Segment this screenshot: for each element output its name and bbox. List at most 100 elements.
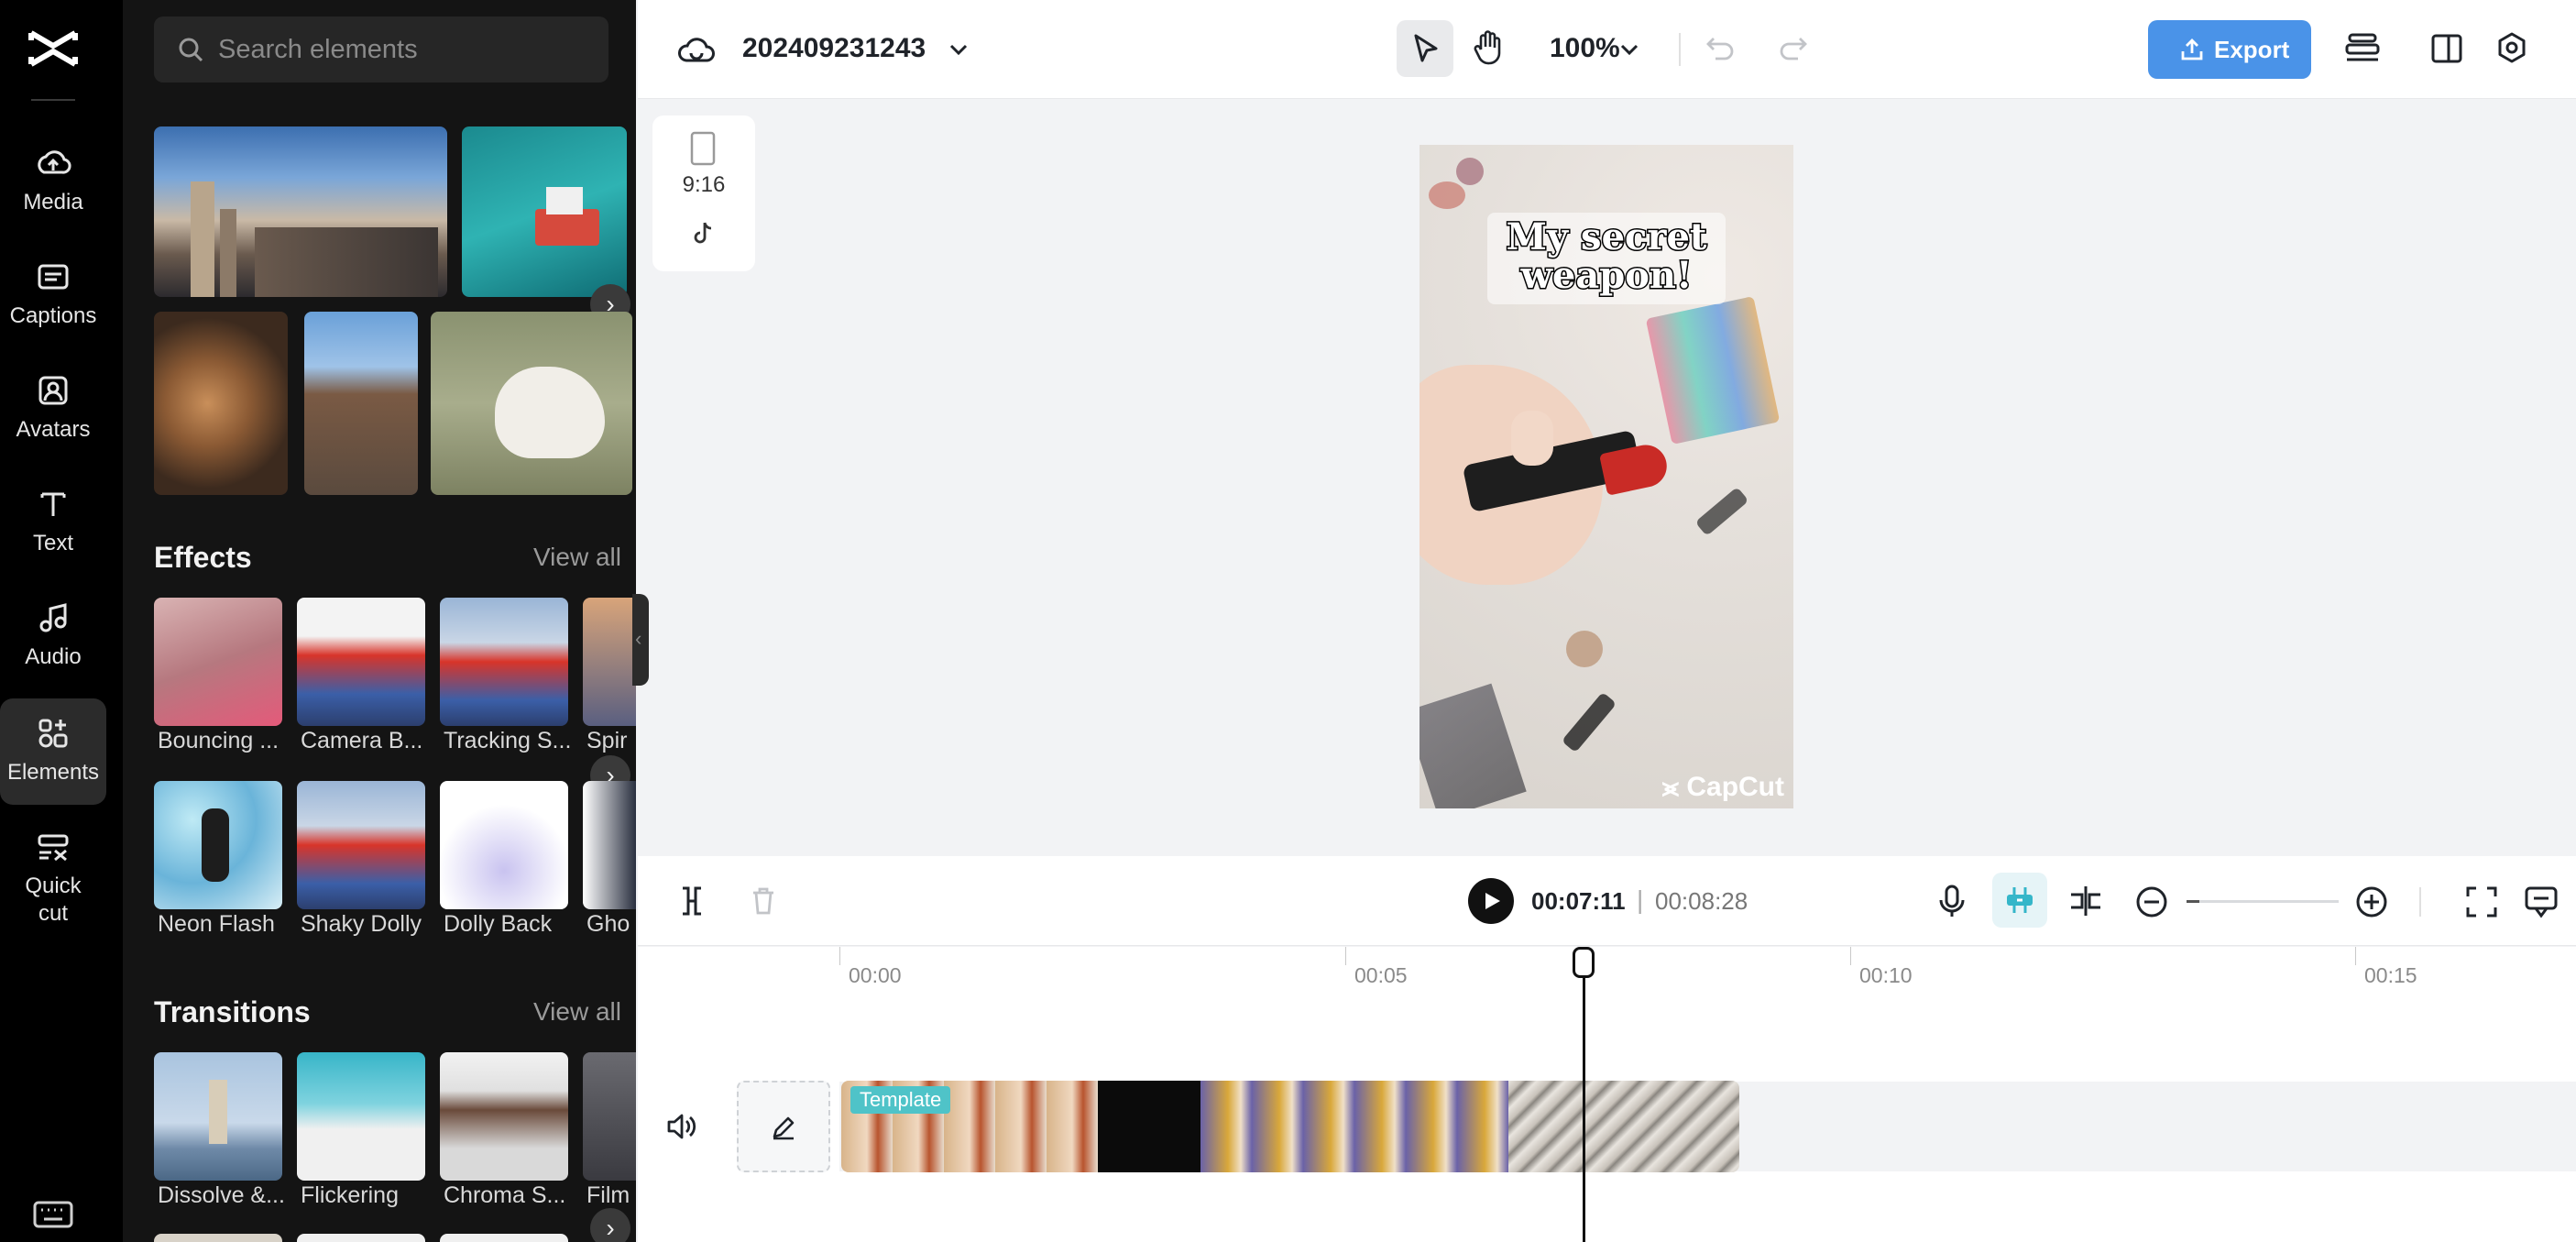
- auto-snap-toggle[interactable]: [1992, 873, 2047, 928]
- effect-thumb-dolly-back[interactable]: [440, 781, 568, 909]
- toolbar-divider: [2419, 887, 2421, 917]
- transition-label-dissolve: Dissolve &...: [158, 1182, 285, 1208]
- transition-label-flickering: Flickering: [301, 1182, 399, 1208]
- transition-thumb-film[interactable]: [583, 1052, 636, 1181]
- clip-segment-black: [1098, 1081, 1200, 1172]
- keyboard-icon[interactable]: [33, 1201, 73, 1228]
- zoom-slider[interactable]: [2187, 900, 2339, 903]
- total-duration: 00:08:28: [1655, 887, 1748, 915]
- elements-panel: › Effects View all Bouncing ... Camera B…: [123, 0, 636, 1242]
- preview-blob: [1429, 181, 1465, 209]
- effect-thumb-spin[interactable]: [583, 598, 636, 726]
- stock-image-puppy[interactable]: [431, 312, 632, 495]
- layout-panel-icon[interactable]: [2430, 33, 2463, 64]
- preview-blob: [1566, 631, 1603, 667]
- feedback-icon[interactable]: [2524, 885, 2559, 918]
- quick-cut-icon: [38, 834, 69, 862]
- transition-thumb-chroma[interactable]: [440, 1052, 568, 1181]
- transition-thumb-flickering[interactable]: [297, 1052, 425, 1181]
- rail-label-text: Text: [32, 531, 73, 555]
- chevron-down-icon[interactable]: [1618, 40, 1640, 59]
- transition-thumb-next-row[interactable]: [440, 1234, 568, 1242]
- ruler-label: 00:00: [849, 963, 902, 987]
- delete-icon[interactable]: [750, 885, 777, 917]
- rail-item-quick-cut[interactable]: Quick cut: [0, 812, 106, 940]
- transitions-view-all-link[interactable]: View all: [533, 997, 621, 1027]
- transitions-scroll-right-button[interactable]: ›: [590, 1208, 630, 1242]
- search-icon: [179, 38, 203, 62]
- effect-label-shaky-dolly: Shaky Dolly: [301, 911, 422, 937]
- effects-view-all-link[interactable]: View all: [533, 543, 621, 572]
- select-tool-button[interactable]: [1397, 20, 1453, 77]
- watermark-text: CapCut: [1686, 772, 1784, 802]
- rail-divider: [31, 99, 75, 101]
- rail-item-elements[interactable]: Elements: [0, 698, 106, 805]
- chevron-down-icon[interactable]: [948, 40, 970, 59]
- transition-thumb-next-row[interactable]: [154, 1234, 282, 1242]
- microphone-icon[interactable]: [1937, 884, 1967, 918]
- effect-label-spin: Spir: [586, 728, 628, 753]
- clip-segment-products: [1508, 1081, 1739, 1172]
- transition-thumb-dissolve[interactable]: [154, 1052, 282, 1181]
- timeline: 00:00 00:05 00:10 00:15 Template: [638, 947, 2576, 1242]
- cover-edit-slot[interactable]: [737, 1081, 830, 1172]
- rail-item-audio[interactable]: Audio: [0, 583, 106, 689]
- effect-thumb-tracking[interactable]: [440, 598, 568, 726]
- aspect-ratio-card[interactable]: 9:16: [652, 115, 755, 271]
- video-preview[interactable]: My secret weapon! ⪤ CapCut: [1420, 145, 1793, 808]
- playhead-handle[interactable]: [1573, 947, 1595, 978]
- rail-item-avatars[interactable]: Avatars: [0, 356, 106, 462]
- stock-image-boat[interactable]: [462, 126, 627, 297]
- play-button[interactable]: [1468, 878, 1514, 924]
- capcut-watermark: ⪤ CapCut: [1662, 772, 1784, 803]
- capcut-logo-icon[interactable]: [27, 26, 79, 71]
- caption-overlay[interactable]: My secret weapon!: [1487, 213, 1726, 304]
- zoom-in-icon[interactable]: [2355, 885, 2388, 918]
- preview-blob: [1456, 158, 1484, 185]
- play-icon: [1485, 893, 1500, 909]
- clip-segment-yellow: [1200, 1081, 1508, 1172]
- search-bar[interactable]: [154, 16, 608, 82]
- ruler-tick: [2355, 947, 2356, 965]
- panel-collapse-handle[interactable]: ‹: [632, 594, 649, 686]
- effect-label-bouncing: Bouncing ...: [158, 728, 280, 753]
- project-name[interactable]: 202409231243: [742, 33, 926, 64]
- zoom-level-dropdown[interactable]: 100%: [1550, 33, 1620, 64]
- effect-label-tracking: Tracking S...: [444, 728, 572, 753]
- layers-icon[interactable]: [2344, 31, 2381, 66]
- rail-item-captions[interactable]: Captions: [0, 242, 106, 348]
- split-icon[interactable]: [678, 885, 706, 917]
- capcut-logo-icon: ⪤: [1661, 773, 1679, 801]
- cloud-upload-icon: [38, 150, 71, 174]
- aspect-ratio-label: 9:16: [682, 172, 726, 197]
- stock-image-tacos[interactable]: [154, 312, 288, 495]
- zoom-out-icon[interactable]: [2135, 885, 2168, 918]
- template-clip[interactable]: Template: [841, 1081, 1739, 1172]
- rail-item-media[interactable]: Media: [0, 128, 106, 235]
- transition-thumb-next-row[interactable]: [297, 1234, 425, 1242]
- redo-icon[interactable]: [1778, 35, 1809, 62]
- fullscreen-icon[interactable]: [2465, 885, 2498, 918]
- settings-gear-icon[interactable]: [2494, 31, 2529, 66]
- stock-image-street[interactable]: [304, 312, 418, 495]
- volume-icon[interactable]: [665, 1112, 698, 1141]
- effect-thumb-ghost[interactable]: [583, 781, 636, 909]
- undo-icon[interactable]: [1705, 35, 1736, 62]
- export-button[interactable]: Export: [2148, 20, 2311, 79]
- effect-label-camera: Camera B...: [301, 728, 423, 753]
- cloud-sync-icon[interactable]: [678, 33, 715, 66]
- playhead[interactable]: [1583, 958, 1585, 1242]
- rail-item-text[interactable]: Text: [0, 469, 106, 576]
- search-input[interactable]: [218, 16, 585, 82]
- export-icon: [2181, 38, 2203, 60]
- current-time: 00:07:11: [1531, 887, 1626, 915]
- rail-label-audio: Audio: [25, 644, 82, 669]
- effect-thumb-neon-flash[interactable]: [154, 781, 282, 909]
- effect-thumb-camera[interactable]: [297, 598, 425, 726]
- timeline-toolbar: 00:07:11 | 00:08:28: [638, 856, 2576, 946]
- stock-image-city[interactable]: [154, 126, 447, 297]
- effect-thumb-shaky-dolly[interactable]: [297, 781, 425, 909]
- effect-thumb-bouncing[interactable]: [154, 598, 282, 726]
- align-split-icon[interactable]: [2067, 884, 2104, 918]
- hand-tool-icon[interactable]: [1472, 29, 1505, 66]
